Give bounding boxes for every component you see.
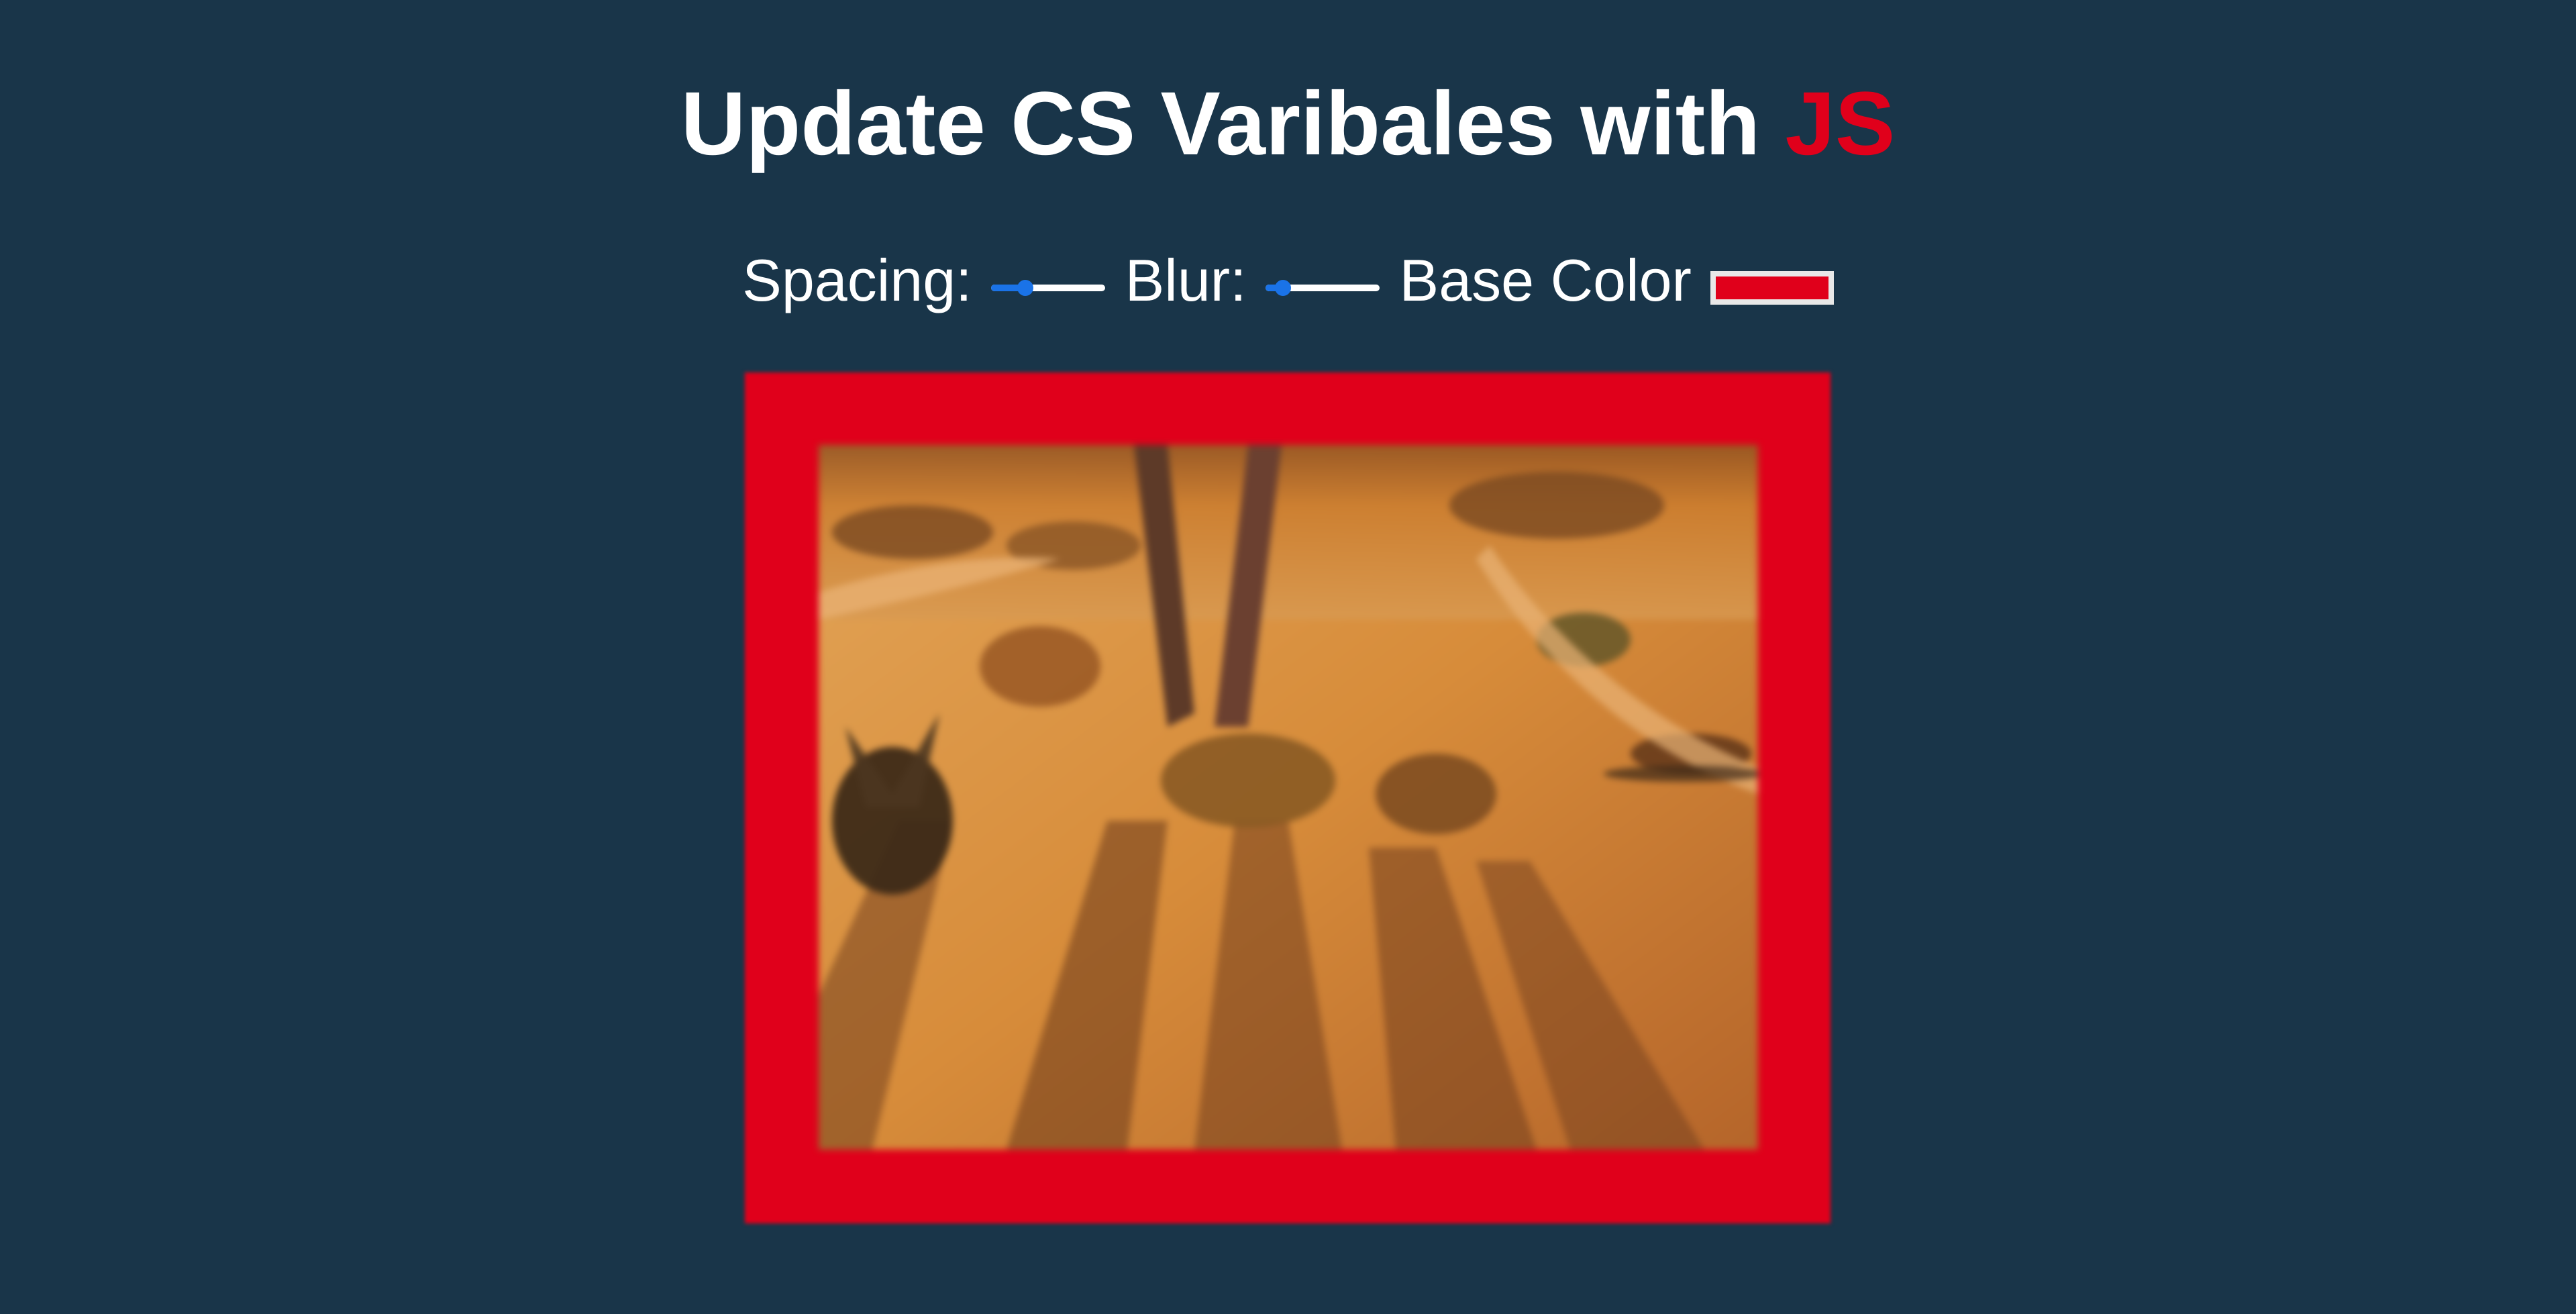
spacing-slider-thumb[interactable] (1017, 280, 1033, 296)
page: Update CS Varibales with JS Spacing: Blu… (0, 0, 2576, 1314)
base-color-label: Base Color (1399, 247, 1692, 313)
blur-slider-thumb[interactable] (1274, 280, 1291, 296)
blur-slider[interactable] (1265, 274, 1380, 301)
page-title-highlight: JS (1785, 74, 1896, 174)
desert-photo (819, 445, 1758, 1150)
desert-photo-icon (819, 445, 1758, 1150)
controls-bar: Spacing: Blur: Base Color (0, 240, 2576, 321)
blur-label: Blur: (1125, 247, 1247, 313)
page-title-main: Update CS Varibales with (680, 74, 1761, 174)
page-title: Update CS Varibales with JS (0, 74, 2576, 174)
base-color-picker[interactable] (1710, 271, 1834, 305)
spacing-label: Spacing: (742, 247, 972, 313)
spacing-slider[interactable] (990, 274, 1105, 301)
